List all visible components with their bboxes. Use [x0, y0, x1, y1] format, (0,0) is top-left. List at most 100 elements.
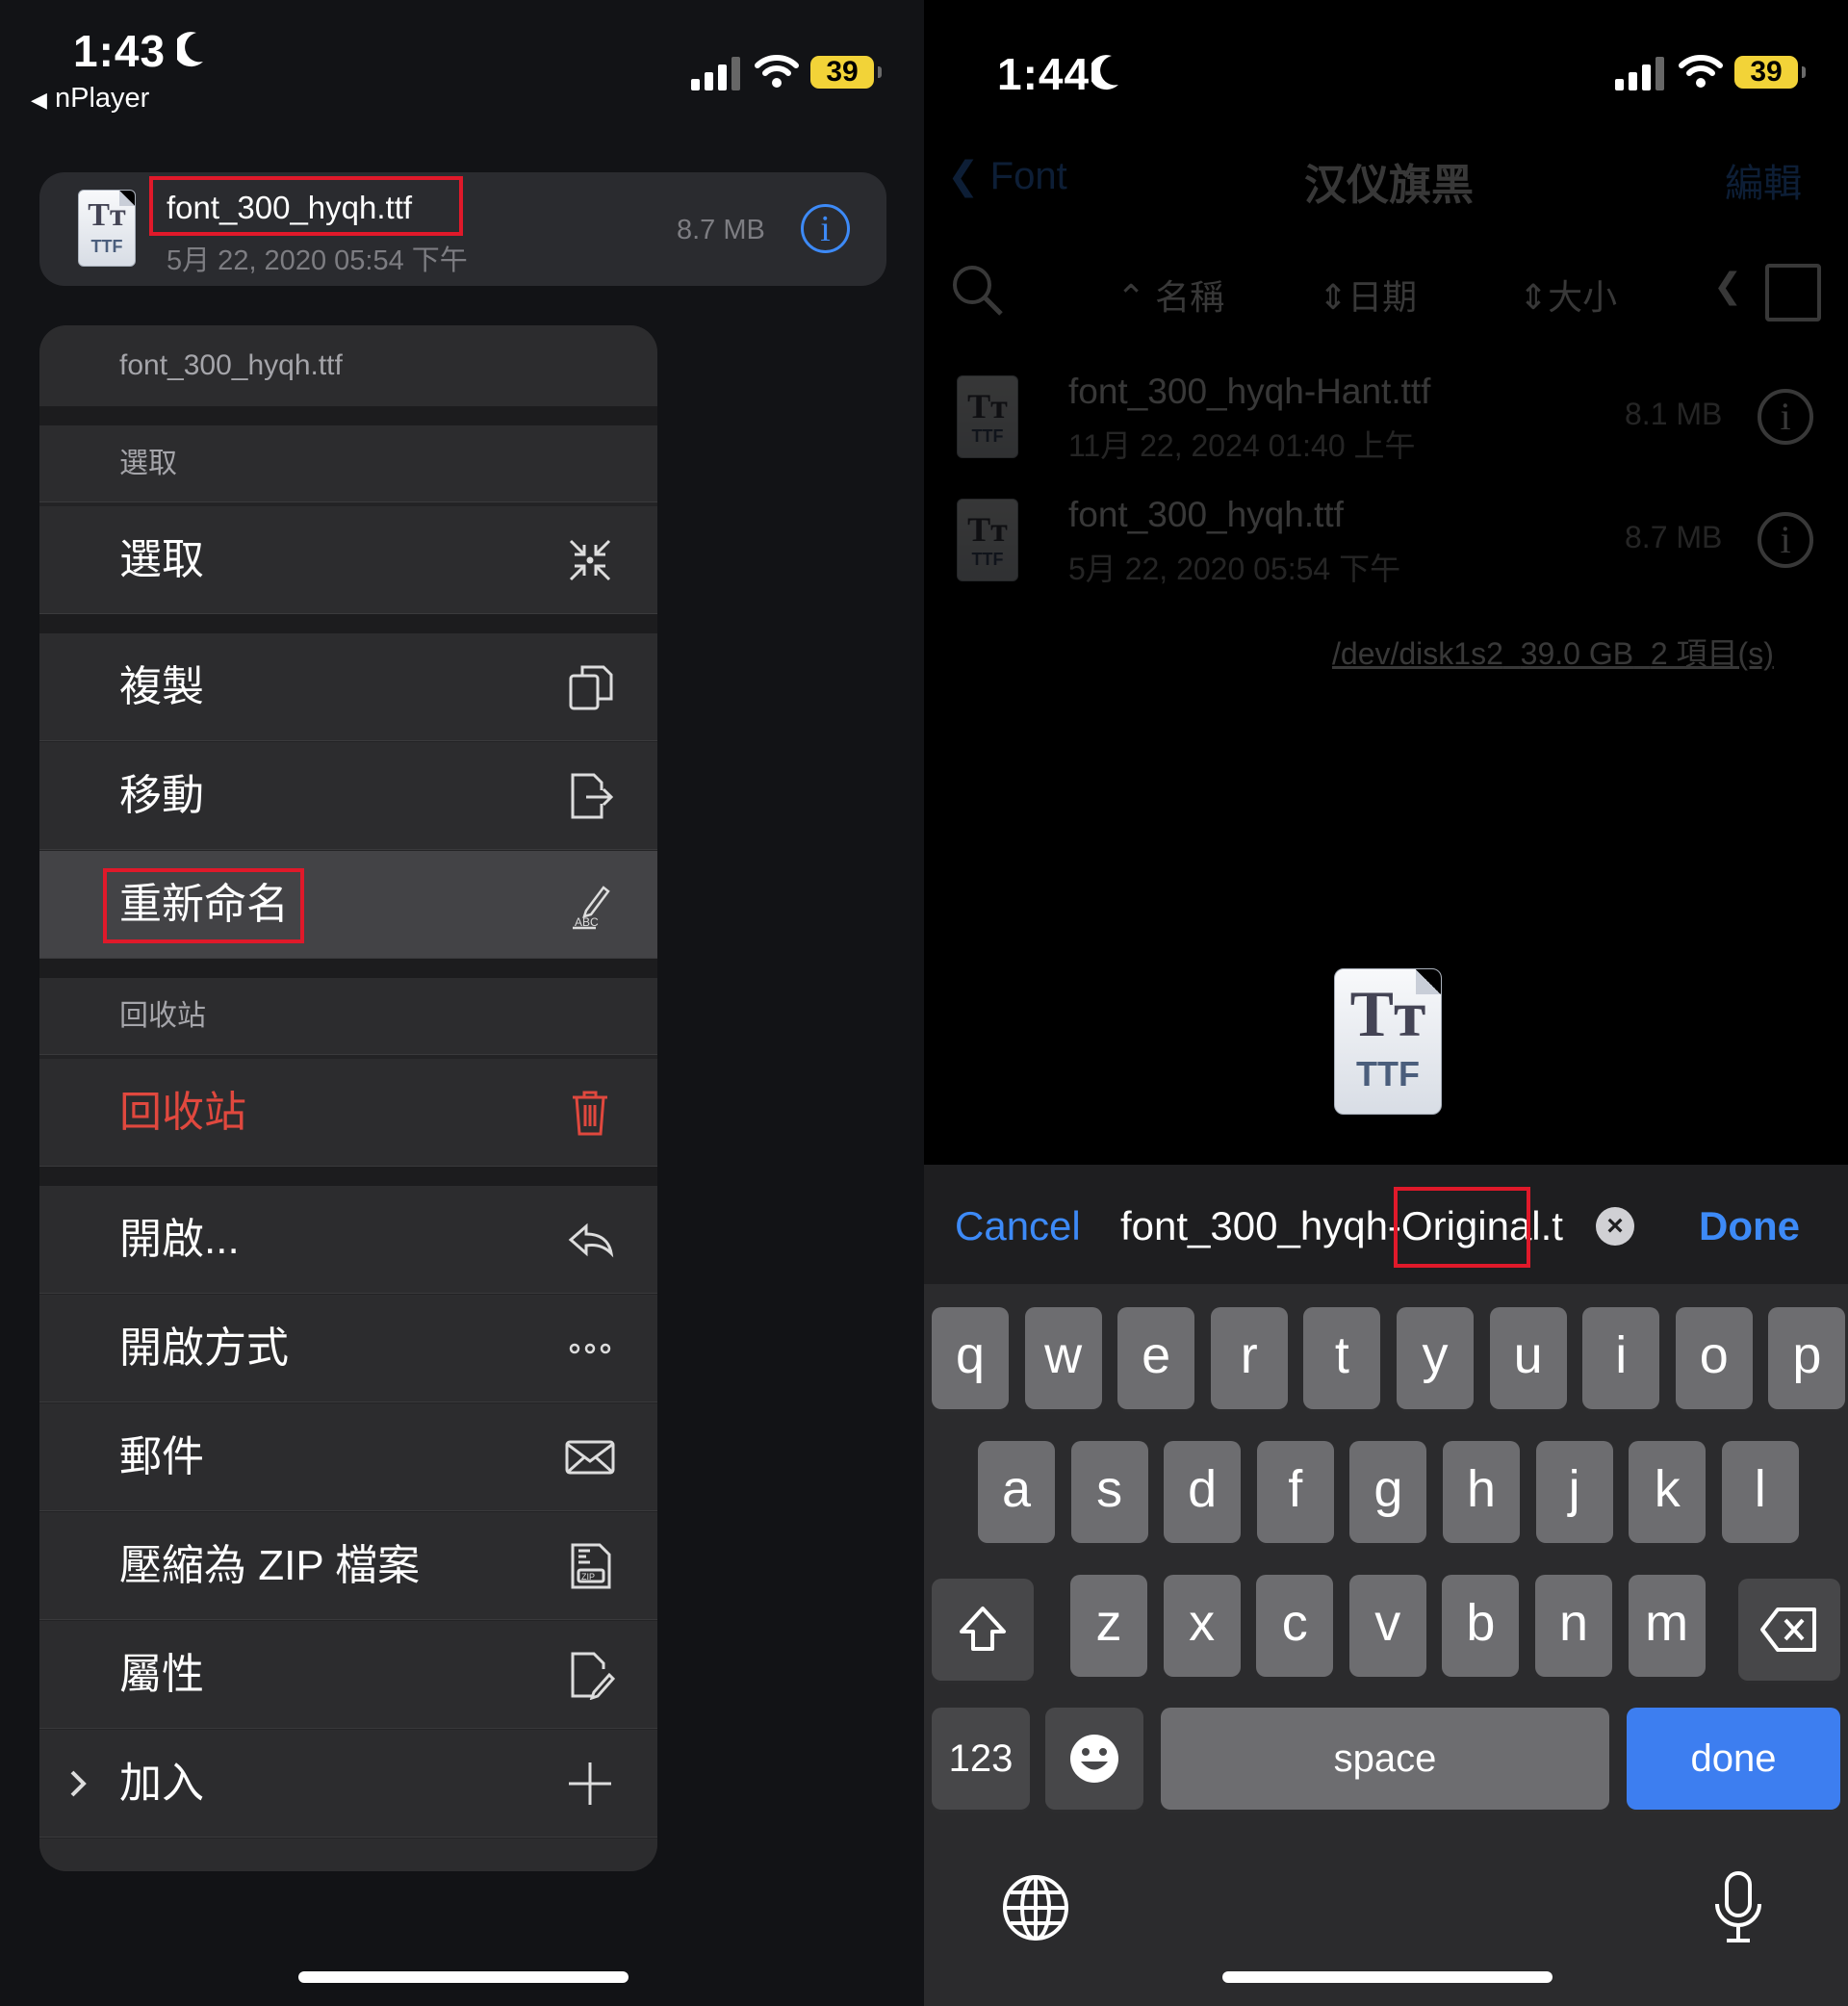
menu-item-properties[interactable]: 屬性 [39, 1621, 657, 1729]
ttf-file-icon: Tт TTF [957, 375, 1018, 458]
dimmed-file-browser: ❮ Font 汉仪旗黑 編輯 ⌃ 名稱 ⇕日期 ⇕大小 ❮ Tт TTF font… [924, 135, 1848, 674]
key-o[interactable]: o [1675, 1307, 1753, 1409]
storage-footer: /dev/disk1s2 39.0 GB 2 項目(s) [1332, 636, 1774, 671]
key-m[interactable]: m [1628, 1575, 1706, 1677]
mail-envelope-icon [565, 1440, 615, 1475]
menu-item-move[interactable]: 移動 [39, 742, 657, 850]
key-k[interactable]: k [1629, 1441, 1707, 1543]
clear-text-icon[interactable]: × [1596, 1207, 1634, 1246]
numbers-key[interactable]: 123 [932, 1708, 1030, 1810]
key-x[interactable]: x [1163, 1575, 1241, 1677]
menu-item-open-with[interactable]: 開啟方式 [39, 1295, 657, 1402]
rename-bar: Cancel font_300_hyqh-Original.t × Done [924, 1165, 1848, 1284]
chevron-left-icon[interactable]: ❮ [1713, 266, 1742, 306]
key-n[interactable]: n [1535, 1575, 1612, 1677]
trash-icon [573, 1091, 607, 1136]
right-screen: 1:44 39 ❮ Font 汉仪旗黑 編輯 ⌃ 名稱 ⇕日期 ⇕大小 ❮ Tт… [924, 0, 1848, 2006]
sort-by-size[interactable]: ⇕大小 [1519, 270, 1617, 320]
list-view-icon[interactable] [1765, 264, 1821, 321]
sort-by-date[interactable]: ⇕日期 [1319, 270, 1417, 320]
wifi-icon [1679, 55, 1723, 88]
rename-text-after: .t [1540, 1203, 1563, 1248]
sort-by-name[interactable]: ⌃ 名稱 [1116, 270, 1224, 320]
menu-item-mail[interactable]: 郵件 [39, 1403, 657, 1511]
file-date: 5月 22, 2020 05:54 下午 [1068, 552, 1401, 586]
ttf-preview-icon: Tт TTF [1334, 968, 1442, 1115]
key-t[interactable]: t [1303, 1307, 1381, 1409]
home-indicator [298, 1971, 629, 1983]
key-h[interactable]: h [1443, 1441, 1520, 1543]
key-c[interactable]: c [1256, 1575, 1334, 1677]
key-p[interactable]: p [1768, 1307, 1846, 1409]
file-list-item[interactable]: Tт TTF font_300_hyqh-Hant.ttf 11月 22, 202… [924, 366, 1848, 472]
menu-item-zip[interactable]: 壓縮為 ZIP 檔案 ZIP [39, 1512, 657, 1620]
ttf-file-icon: Tт TTF [78, 190, 136, 267]
key-y[interactable]: y [1397, 1307, 1474, 1409]
key-e[interactable]: e [1117, 1307, 1195, 1409]
key-l[interactable]: l [1721, 1441, 1799, 1543]
back-app-label: nPlayer [54, 83, 150, 114]
menu-item-open[interactable]: 開啟... [39, 1186, 657, 1294]
moon-icon [177, 32, 203, 67]
plus-icon [569, 1762, 611, 1805]
chevron-right-icon [70, 1770, 87, 1797]
key-f[interactable]: f [1256, 1441, 1334, 1543]
wifi-icon [755, 55, 799, 88]
left-screen: 1:43 ◀ nPlayer 39 Tт TTF font_300_hyqh.t… [0, 0, 924, 2006]
space-key[interactable]: space [1161, 1708, 1609, 1810]
svg-text:ZIP: ZIP [581, 1572, 595, 1582]
info-icon[interactable]: i [801, 204, 850, 253]
key-s[interactable]: s [1070, 1441, 1148, 1543]
key-q[interactable]: q [932, 1307, 1009, 1409]
nav-back-button[interactable]: ❮ Font [947, 154, 1067, 198]
info-icon[interactable]: i [1758, 389, 1813, 445]
menu-item-select[interactable]: 選取 [39, 506, 657, 614]
emoji-key[interactable] [1045, 1708, 1143, 1810]
rename-text-before: font_300_hyqh [1120, 1203, 1388, 1248]
key-v[interactable]: v [1348, 1575, 1426, 1677]
menu-item-add[interactable]: 加入 [39, 1730, 657, 1838]
sort-up-icon: ⌃ [1116, 277, 1156, 317]
cellular-signal-icon [1615, 56, 1665, 90]
battery-indicator: 39 [810, 56, 882, 89]
section-header-select: 選取 [39, 425, 657, 502]
reply-arrow-icon [568, 1222, 614, 1258]
sort-updown-icon: ⇕ [1319, 277, 1348, 317]
key-a[interactable]: a [978, 1441, 1055, 1543]
file-size: 8.1 MB [1625, 397, 1723, 431]
back-triangle-icon: ◀ [31, 88, 47, 112]
backspace-key[interactable] [1738, 1579, 1840, 1681]
back-chevron-icon: ❮ [947, 155, 990, 197]
cancel-button[interactable]: Cancel [955, 1203, 1081, 1249]
key-j[interactable]: j [1535, 1441, 1613, 1543]
key-d[interactable]: d [1164, 1441, 1242, 1543]
file-list-item[interactable]: Tт TTF font_300_hyqh.ttf 5月 22, 2020 05:5… [924, 489, 1848, 595]
menu-item-copy[interactable]: 複製 [39, 633, 657, 741]
status-time: 1:43 [73, 26, 167, 76]
section-header-trash: 回收站 [39, 978, 657, 1055]
highlight-rename-box [103, 868, 304, 943]
done-button[interactable]: Done [1699, 1203, 1800, 1249]
key-z[interactable]: z [1070, 1575, 1147, 1677]
nav-edit-button[interactable]: 編輯 [1725, 152, 1802, 208]
globe-icon[interactable] [1001, 1873, 1070, 1942]
emoji-icon [1070, 1735, 1118, 1783]
key-b[interactable]: b [1442, 1575, 1520, 1677]
key-i[interactable]: i [1582, 1307, 1660, 1409]
file-name: font_300_hyqh-Hant.ttf [1068, 372, 1431, 411]
file-name: font_300_hyqh.ttf [1068, 495, 1344, 534]
key-g[interactable]: g [1349, 1441, 1427, 1543]
search-icon[interactable] [949, 262, 1007, 320]
highlight-filename-box [149, 176, 463, 236]
nav-title: 汉仪旗黑 [1304, 162, 1474, 209]
properties-edit-icon [571, 1652, 615, 1700]
key-w[interactable]: w [1024, 1307, 1102, 1409]
key-r[interactable]: r [1210, 1307, 1288, 1409]
back-to-app[interactable]: ◀ nPlayer [31, 83, 149, 115]
microphone-icon[interactable] [1711, 1869, 1765, 1946]
menu-item-trash[interactable]: 回收站 [39, 1059, 657, 1167]
return-done-key[interactable]: done [1627, 1708, 1840, 1810]
shift-key[interactable] [932, 1579, 1034, 1681]
info-icon[interactable]: i [1758, 512, 1813, 568]
key-u[interactable]: u [1489, 1307, 1567, 1409]
